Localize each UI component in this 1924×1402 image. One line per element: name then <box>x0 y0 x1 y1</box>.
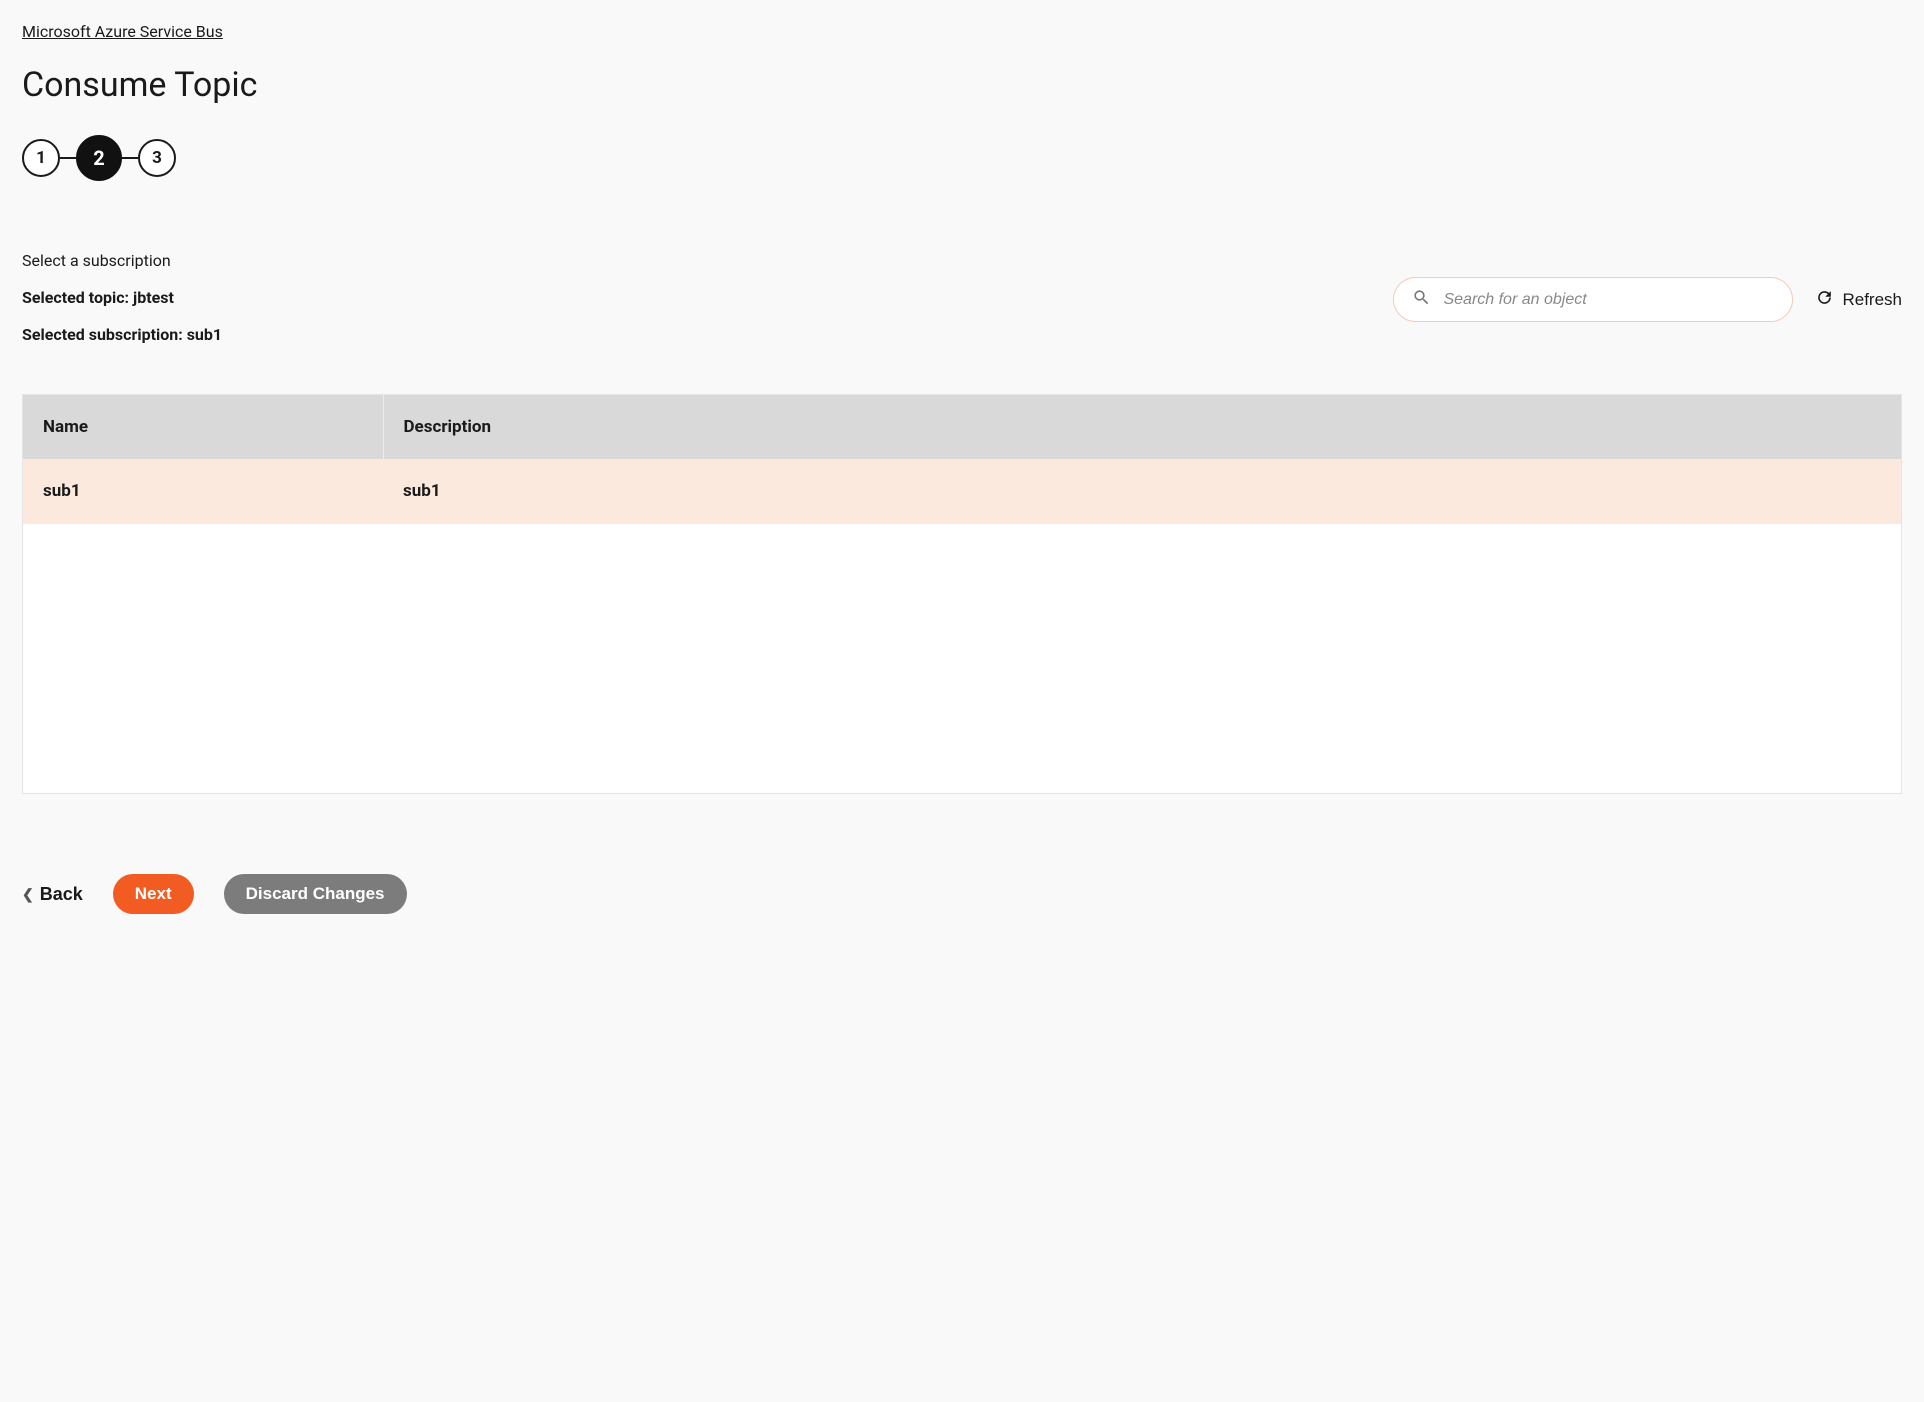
refresh-button[interactable]: Refresh <box>1815 288 1902 312</box>
step-1[interactable]: 1 <box>22 139 60 177</box>
section-subtitle: Select a subscription <box>22 251 1393 270</box>
footer-actions: ❮ Back Next Discard Changes <box>22 874 1902 914</box>
back-button[interactable]: ❮ Back <box>22 884 83 905</box>
subscription-table-container: Name Description sub1 sub1 <box>22 394 1902 794</box>
search-icon <box>1412 288 1443 311</box>
search-container[interactable] <box>1393 277 1793 322</box>
table-header-description[interactable]: Description <box>383 395 1901 459</box>
step-2[interactable]: 2 <box>76 135 122 181</box>
subscription-table: Name Description sub1 sub1 <box>23 395 1901 524</box>
chevron-left-icon: ❮ <box>22 886 34 903</box>
search-input[interactable] <box>1443 291 1774 309</box>
selected-subscription-label: Selected subscription: sub1 <box>22 325 1393 344</box>
cell-name: sub1 <box>23 459 383 524</box>
table-row[interactable]: sub1 sub1 <box>23 459 1901 524</box>
next-button[interactable]: Next <box>113 874 194 914</box>
back-label: Back <box>40 884 83 905</box>
refresh-icon <box>1815 288 1834 312</box>
refresh-label: Refresh <box>1842 290 1902 310</box>
cell-description: sub1 <box>383 459 1901 524</box>
breadcrumb-link[interactable]: Microsoft Azure Service Bus <box>22 22 223 41</box>
step-connector <box>60 157 76 159</box>
step-connector <box>122 157 138 159</box>
stepper: 1 2 3 <box>22 135 1902 181</box>
discard-button[interactable]: Discard Changes <box>224 874 407 914</box>
selected-topic-label: Selected topic: jbtest <box>22 288 1393 307</box>
step-3[interactable]: 3 <box>138 139 176 177</box>
page-title: Consume Topic <box>22 65 1902 105</box>
table-header-name[interactable]: Name <box>23 395 383 459</box>
